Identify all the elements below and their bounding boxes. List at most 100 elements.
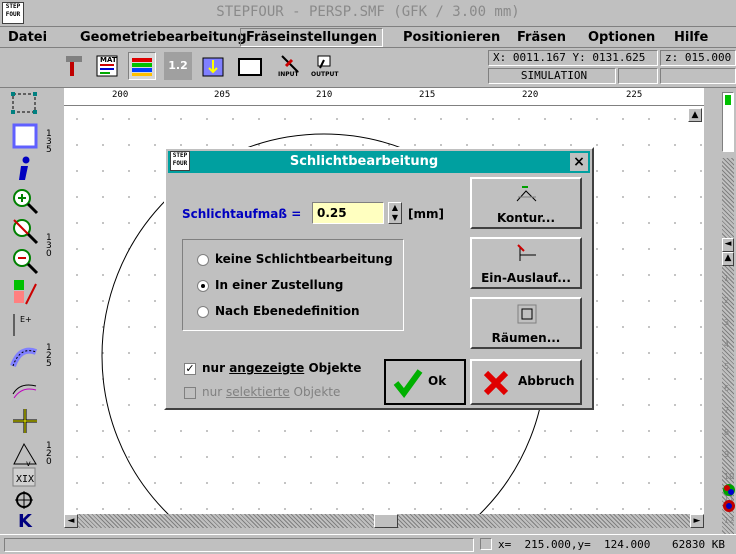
ok-button[interactable]: Ok — [384, 359, 466, 405]
ruler-tick: 225 — [626, 90, 643, 100]
layer-num[interactable]: 4 — [724, 340, 736, 362]
depth-icon[interactable] — [200, 52, 228, 80]
y-coord: Y: 0131.625 — [572, 51, 646, 64]
x-coord: X: 0011.167 — [493, 51, 566, 64]
scroll-left-arrow[interactable]: ◄ — [64, 514, 78, 528]
select-region-icon[interactable] — [10, 90, 40, 120]
menu-bar: Datei Geometriebearbeitung Fräseinstellu… — [0, 26, 736, 48]
radio-ebenedefinition-label[interactable]: Nach Ebenedefinition — [215, 304, 360, 318]
level-gauge — [722, 92, 734, 152]
status-cell-1 — [618, 68, 658, 84]
contour-offset-icon[interactable] — [10, 374, 40, 404]
dialog-title-bar: STEP FOUR Schlichtbearbeitung — [168, 151, 590, 173]
color-palette-icon[interactable] — [722, 482, 736, 496]
radio-keine-label[interactable]: keine Schlichtbearbeitung — [215, 252, 393, 266]
color-palette-icon-2[interactable] — [722, 498, 736, 512]
crosshair-icon[interactable] — [10, 406, 40, 436]
level-label-3: 1 2 5 — [46, 343, 52, 369]
ruler-tick: 200 — [112, 90, 129, 100]
kontur-button[interactable]: Kontur... — [470, 177, 582, 229]
cancel-x-icon — [483, 370, 509, 396]
ein-auslauf-button[interactable]: Ein-Auslauf... — [470, 237, 582, 289]
abbruch-label: Abbruch — [518, 374, 575, 388]
ruler-tick: 205 — [214, 90, 231, 100]
ein-auslauf-label: Ein-Auslauf... — [481, 271, 571, 285]
layer-num[interactable]: 9 — [724, 450, 736, 472]
layer-num[interactable]: 7 — [724, 406, 736, 428]
layer-number-icon[interactable] — [10, 278, 40, 308]
layer-num[interactable]: 1 — [724, 274, 736, 296]
scroll-up-button[interactable]: ▲ — [688, 108, 702, 122]
menu-fraesen[interactable]: Fräsen — [517, 30, 566, 45]
layer-num[interactable]: 6 — [724, 384, 736, 406]
scroll-left-button[interactable]: ◄ — [722, 238, 734, 252]
info-icon[interactable] — [10, 154, 40, 184]
level-label-2: 1 3 0 — [46, 233, 52, 259]
status-cell-2 — [660, 68, 736, 84]
mode-indicator: SIMULATION — [488, 68, 616, 84]
checkbox-selected[interactable] — [184, 387, 196, 399]
scroll-thumb[interactable] — [374, 514, 398, 528]
status-coords: x= 215.000,y= 124.000 — [498, 538, 651, 551]
horizontal-ruler: 200 205 210 215 220 225 — [64, 88, 704, 106]
menu-optionen[interactable]: Optionen — [588, 30, 655, 45]
allowance-input[interactable]: 0.25 — [312, 202, 384, 224]
right-panel: ◄ ▲ 1 2 3 4 5 6 7 8 9 10 11 12 — [704, 88, 736, 534]
menu-fraeseinstellungen[interactable]: Fräseinstellungen — [240, 28, 384, 47]
raeumen-button[interactable]: Räumen... — [470, 297, 582, 349]
status-memory: 62830 KB — [672, 538, 725, 551]
checkbox-selected-label[interactable]: nur selektierte Objekte — [202, 385, 340, 399]
kontur-label: Kontur... — [496, 211, 556, 225]
menu-geometriebearbeitung[interactable]: Geometriebearbeitung — [80, 30, 247, 45]
abbruch-button[interactable]: Abbruch — [470, 359, 582, 405]
ok-check-icon — [393, 369, 423, 398]
layer-num[interactable]: 8 — [724, 428, 736, 450]
checkbox-displayed[interactable]: ✓ — [184, 363, 196, 375]
cb2-prefix: nur — [202, 385, 226, 399]
numbering-icon[interactable]: 1.2 — [164, 52, 192, 80]
scroll-right-arrow[interactable]: ► — [690, 514, 704, 528]
zoom-out-icon[interactable] — [10, 246, 40, 276]
measure-icon[interactable]: v — [10, 438, 40, 468]
dialog-schlichtbearbeitung: STEP FOUR Schlichtbearbeitung × Schlicht… — [164, 147, 594, 410]
layer-num[interactable]: 5 — [724, 362, 736, 384]
ein-auslauf-icon — [517, 244, 536, 261]
radio-keine[interactable] — [197, 254, 209, 266]
level-label-4: 1 2 0 — [46, 441, 52, 467]
title-bar: STEP FOUR STEPFOUR - PERSP.SMF (GFK / 3.… — [0, 0, 736, 26]
radio-ebenedefinition[interactable] — [197, 306, 209, 318]
dialog-title: Schlichtbearbeitung — [289, 154, 439, 169]
output-icon[interactable]: OUTPUT — [310, 52, 338, 80]
ruler-tick: 220 — [522, 90, 539, 100]
rectangle-icon[interactable] — [236, 52, 264, 80]
input-label: INPUT — [278, 71, 299, 78]
zoom-in-icon[interactable] — [10, 186, 40, 216]
menu-datei[interactable]: Datei — [8, 30, 47, 45]
checkbox-displayed-label[interactable]: nur angezeigte Objekte — [202, 361, 361, 375]
hammer-icon[interactable] — [62, 52, 90, 80]
layers-icon[interactable] — [128, 52, 156, 80]
frame-icon[interactable] — [10, 122, 40, 152]
layer-num[interactable]: 3 — [724, 318, 736, 340]
layer-num[interactable]: 2 — [724, 296, 736, 318]
status-indicator — [480, 538, 492, 550]
pocket-icon[interactable] — [10, 342, 40, 372]
menu-hilfe[interactable]: Hilfe — [674, 30, 708, 45]
zoom-window-icon[interactable] — [10, 216, 40, 246]
mat-label: MAT — [100, 56, 117, 64]
mat-icon[interactable]: MAT — [94, 52, 122, 80]
edge-icon[interactable]: E+ — [10, 310, 40, 340]
level-gauge-fill — [725, 95, 731, 105]
allowance-spinner[interactable]: ▲ ▼ — [388, 202, 402, 224]
close-button[interactable]: × — [570, 153, 588, 171]
input-icon[interactable]: INPUT — [276, 52, 304, 80]
horizontal-scrollbar[interactable]: ◄ ► — [64, 514, 704, 528]
radio-einer-zustellung[interactable] — [197, 280, 209, 292]
finishing-mode-group: keine Schlichtbearbeitung In einer Zuste… — [182, 239, 404, 331]
scroll-up-button-2[interactable]: ▲ — [722, 252, 734, 266]
menu-positionieren[interactable]: Positionieren — [403, 30, 500, 45]
radio-einer-zustellung-label[interactable]: In einer Zustellung — [215, 278, 343, 292]
ok-label: Ok — [428, 374, 447, 388]
level-label-1: 1 3 5 — [46, 129, 52, 155]
ruler-tick: 215 — [419, 90, 436, 100]
